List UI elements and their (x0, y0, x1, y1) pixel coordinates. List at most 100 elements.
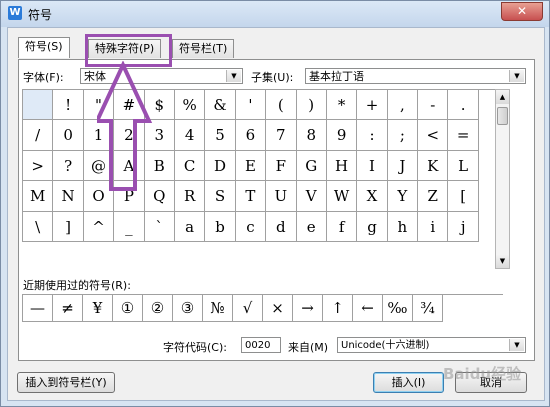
subset-label: 子集(U): (251, 71, 294, 84)
symbol-cell[interactable]: F (266, 150, 297, 182)
symbol-cell[interactable]: c (235, 211, 267, 242)
symbol-cell[interactable]: _ (114, 211, 145, 242)
symbol-cell[interactable]: / (23, 120, 54, 151)
recent-symbol-cell[interactable]: ↑ (323, 295, 353, 322)
symbol-cell[interactable]: I (357, 150, 388, 182)
recent-symbol-cell[interactable]: ¾ (413, 295, 443, 322)
symbol-cell[interactable]: L (448, 150, 479, 182)
symbol-cell[interactable]: * (326, 90, 358, 121)
close-button[interactable]: ✕ (501, 2, 543, 21)
symbol-cell[interactable]: \ (23, 211, 54, 242)
symbol-cell[interactable]: - (418, 90, 449, 121)
scroll-up-icon[interactable]: ▲ (496, 90, 509, 104)
symbol-cell[interactable]: ! (53, 90, 84, 121)
symbol-cell[interactable]: K (418, 150, 449, 182)
tab-symbol-bar[interactable]: 符号栏(T) (172, 39, 235, 58)
symbol-cell[interactable]: ( (266, 90, 297, 121)
symbol-cell[interactable]: + (357, 90, 388, 121)
symbol-cell[interactable]: 7 (266, 120, 297, 151)
symbol-cell[interactable]: G (296, 150, 327, 182)
symbol-cell[interactable]: ] (53, 211, 84, 242)
symbol-cell[interactable]: < (418, 120, 449, 151)
chevron-down-icon: ▼ (509, 339, 524, 351)
recent-symbol-cell[interactable]: ① (113, 295, 143, 322)
recent-symbol-cell[interactable]: → (293, 295, 323, 322)
code-source-value: Unicode(十六进制) (341, 340, 430, 351)
symbol-grid-row: M N O P Q R S T U V W X Y Z[ (23, 181, 495, 212)
symbol-cell[interactable]: : (357, 120, 388, 151)
recent-symbol-cell[interactable]: ② (143, 295, 173, 322)
symbol-cell[interactable]: d (266, 211, 297, 242)
symbol-cell[interactable]: = (448, 120, 479, 151)
symbol-cell[interactable]: R (174, 181, 206, 212)
annotation-up-arrow-icon (97, 61, 153, 191)
recent-symbol-cell[interactable]: √ (233, 295, 263, 322)
symbol-cell[interactable]: Z (418, 181, 449, 212)
symbol-cell[interactable]: ) (296, 90, 327, 121)
symbol-cell[interactable]: X (357, 181, 388, 212)
recent-symbol-cell[interactable]: ‰ (383, 295, 413, 322)
symbol-cell[interactable]: f (326, 211, 358, 242)
symbol-cell[interactable]: & (205, 90, 236, 121)
symbol-cell[interactable]: i (418, 211, 449, 242)
symbol-cell[interactable]: 9 (326, 120, 358, 151)
symbol-cell[interactable]: U (266, 181, 297, 212)
symbol-cell[interactable]: 4 (174, 120, 206, 151)
symbol-cell[interactable]: W (326, 181, 358, 212)
symbol-cell[interactable] (23, 90, 54, 121)
symbol-cell[interactable]: V (296, 181, 327, 212)
tab-symbols[interactable]: 符号(S) (18, 37, 70, 58)
symbol-cell[interactable]: a (174, 211, 206, 242)
symbol-cell[interactable]: > (23, 150, 54, 182)
recent-symbol-cell[interactable]: ← (353, 295, 383, 322)
symbol-cell[interactable]: , (387, 90, 419, 121)
chevron-down-icon: ▼ (226, 70, 241, 82)
symbol-cell[interactable]: 5 (205, 120, 236, 151)
dialog-body: 符号(S) 特殊字符(P) 符号栏(T) 字体(F): 宋体 ▼ 子集(U): … (7, 27, 545, 401)
symbol-cell[interactable]: N (53, 181, 84, 212)
symbol-cell[interactable]: 8 (296, 120, 327, 151)
symbol-cell[interactable]: H (326, 150, 358, 182)
symbol-cell[interactable]: . (448, 90, 479, 121)
symbol-cell[interactable]: [ (448, 181, 479, 212)
symbol-cell[interactable]: ` (144, 211, 175, 242)
symbol-cell[interactable]: % (174, 90, 206, 121)
symbol-cell[interactable]: ; (387, 120, 419, 151)
code-source-select[interactable]: Unicode(十六进制) ▼ (337, 337, 526, 353)
insert-to-symbol-bar-button[interactable]: 插入到符号栏(Y) (17, 372, 115, 393)
recent-symbol-cell[interactable]: № (203, 295, 233, 322)
symbol-cell[interactable]: E (235, 150, 267, 182)
symbol-cell[interactable]: 6 (235, 120, 267, 151)
symbol-cell[interactable]: e (296, 211, 327, 242)
recent-symbols-row: — ≠ ¥ ① ② ③ № √ × → ↑ ← ‰ ¾ (22, 294, 503, 322)
recent-symbol-cell[interactable]: — (23, 295, 53, 322)
insert-button[interactable]: 插入(I) (373, 372, 444, 393)
recent-symbol-cell[interactable]: ¥ (83, 295, 113, 322)
font-label: 字体(F): (23, 71, 64, 84)
symbol-cell[interactable]: J (387, 150, 419, 182)
scroll-thumb[interactable] (497, 107, 508, 125)
recent-symbol-cell[interactable]: × (263, 295, 293, 322)
symbol-cell[interactable]: C (174, 150, 206, 182)
symbol-cell[interactable]: ^ (83, 211, 115, 242)
symbol-grid-scrollbar[interactable]: ▲ ▼ (495, 89, 510, 269)
chevron-down-icon: ▼ (509, 70, 524, 82)
symbol-cell[interactable]: h (387, 211, 419, 242)
symbol-cell[interactable]: ? (53, 150, 84, 182)
symbol-cell[interactable]: g (357, 211, 388, 242)
symbol-cell[interactable]: Y (387, 181, 419, 212)
symbol-cell[interactable]: M (23, 181, 54, 212)
char-code-input[interactable]: 0020 (241, 337, 281, 353)
symbol-cell[interactable]: S (205, 181, 236, 212)
symbol-cell[interactable]: 0 (53, 120, 84, 151)
symbol-cell[interactable]: T (235, 181, 267, 212)
symbol-cell[interactable]: ' (235, 90, 267, 121)
recent-symbol-cell[interactable]: ③ (173, 295, 203, 322)
recent-symbol-cell[interactable]: ≠ (53, 295, 83, 322)
symbol-cell[interactable]: j (448, 211, 479, 242)
scroll-down-icon[interactable]: ▼ (496, 254, 509, 268)
symbol-cell[interactable]: D (205, 150, 236, 182)
window-title: 符号 (28, 8, 53, 22)
subset-select[interactable]: 基本拉丁语 ▼ (305, 68, 526, 84)
symbol-cell[interactable]: b (205, 211, 236, 242)
